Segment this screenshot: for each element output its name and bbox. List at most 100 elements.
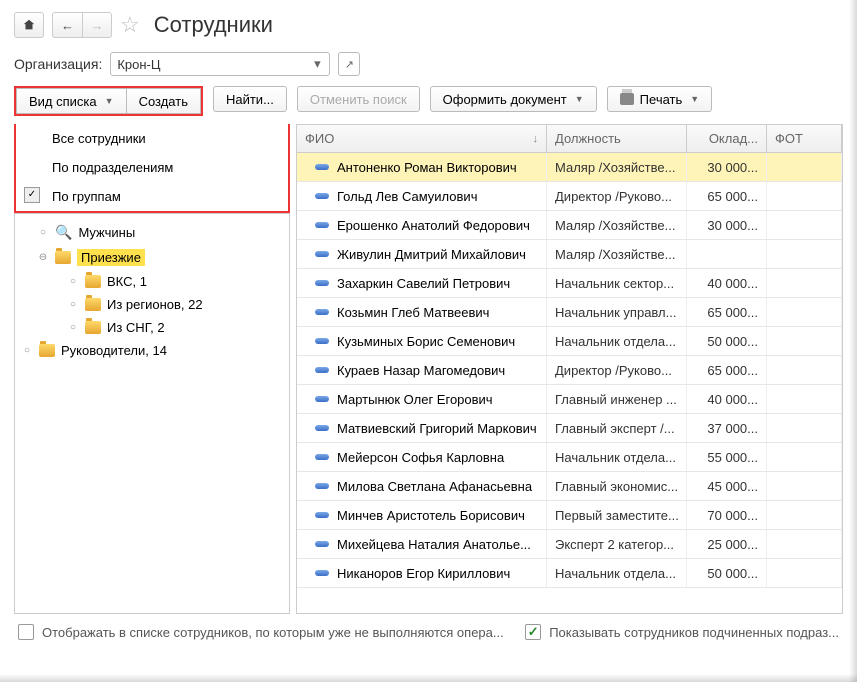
make-document-button[interactable]: Оформить документ ▼ [430, 86, 597, 112]
cell-position: Начальник отдела... [547, 327, 687, 355]
grid-body: Антоненко Роман ВикторовичМаляр /Хозяйст… [297, 153, 842, 613]
table-row[interactable]: Матвиевский Григорий МарковичГлавный экс… [297, 414, 842, 443]
create-button[interactable]: Создать [126, 88, 201, 114]
title-bar: ← → ☆ Сотрудники [14, 12, 843, 38]
table-row[interactable]: Мейерсон Софья КарловнаНачальник отдела.… [297, 443, 842, 472]
organization-open-button[interactable]: ↗ [338, 52, 360, 76]
table-row[interactable]: Козьмин Глеб МатвеевичНачальник управл..… [297, 298, 842, 327]
cell-fio: Козьмин Глеб Матвеевич [297, 298, 547, 326]
column-fio[interactable]: ФИО ↓ [297, 125, 547, 152]
table-row[interactable]: Минчев Аристотель БорисовичПервый замест… [297, 501, 842, 530]
cell-fot [767, 559, 842, 587]
favorite-icon[interactable]: ☆ [120, 12, 140, 38]
employee-icon [315, 570, 329, 576]
tree-item[interactable]: ⊖ Приезжие [19, 245, 285, 270]
table-row[interactable]: Захаркин Савелий ПетровичНачальник секто… [297, 269, 842, 298]
cell-position: Начальник отдела... [547, 443, 687, 471]
cell-salary: 65 000... [687, 356, 767, 384]
table-row[interactable]: Антоненко Роман ВикторовичМаляр /Хозяйст… [297, 153, 842, 182]
show-subordinate-label: Показывать сотрудников подчиненных подра… [549, 625, 839, 640]
cell-position: Первый заместите... [547, 501, 687, 529]
table-row[interactable]: Кузьминых Борис СеменовичНачальник отдел… [297, 327, 842, 356]
expand-icon[interactable]: ○ [67, 276, 79, 288]
tree-item-label: Руководители, 14 [61, 343, 167, 358]
cell-fio: Ерошенко Анатолий Федорович [297, 211, 547, 239]
tree-item[interactable]: ○ Руководители, 14 [19, 339, 285, 362]
cell-fio: Живулин Дмитрий Михайлович [297, 240, 547, 268]
cell-salary: 40 000... [687, 385, 767, 413]
cell-position: Директор /Руково... [547, 356, 687, 384]
table-row[interactable]: Мартынюк Олег ЕгоровичГлавный инженер ..… [297, 385, 842, 414]
column-position[interactable]: Должность [547, 125, 687, 152]
group-tree: ○🔍Мужчины⊖Приезжие○ВКС, 1○Из регионов, 2… [14, 213, 290, 614]
cell-fio: Минчев Аристотель Борисович [297, 501, 547, 529]
view-list-button[interactable]: Вид списка ▼ [16, 88, 126, 114]
back-button[interactable]: ← [52, 12, 82, 38]
expand-icon[interactable]: ○ [67, 299, 79, 311]
dropdown-item[interactable]: По подразделениям [16, 153, 288, 182]
employee-icon [315, 309, 329, 315]
cell-fio: Мейерсон Софья Карловна [297, 443, 547, 471]
search-icon: 🔍 [55, 224, 72, 241]
collapse-icon[interactable]: ⊖ [37, 252, 49, 264]
cell-position: Маляр /Хозяйстве... [547, 153, 687, 181]
home-button[interactable] [14, 12, 44, 38]
tree-item[interactable]: ○Из СНГ, 2 [19, 316, 285, 339]
cell-position: Эксперт 2 категор... [547, 530, 687, 558]
cell-fot [767, 443, 842, 471]
tree-item[interactable]: ○ ВКС, 1 [19, 270, 285, 293]
chevron-down-icon[interactable]: ▾ [309, 56, 325, 72]
column-salary[interactable]: Оклад... [687, 125, 767, 152]
cell-fio: Захаркин Савелий Петрович [297, 269, 547, 297]
cell-salary: 70 000... [687, 501, 767, 529]
show-inactive-checkbox[interactable] [18, 624, 34, 640]
table-row[interactable]: Ерошенко Анатолий ФедоровичМаляр /Хозяйс… [297, 211, 842, 240]
folder-icon [55, 251, 71, 264]
cell-fot [767, 240, 842, 268]
arrow-right-icon: → [91, 18, 104, 33]
employee-icon [315, 454, 329, 460]
tree-item[interactable]: ○🔍Мужчины [19, 220, 285, 245]
table-row[interactable]: Гольд Лев СамуиловичДиректор /Руково...6… [297, 182, 842, 211]
show-subordinate-checkbox[interactable] [525, 624, 541, 640]
printer-icon [620, 93, 634, 105]
show-inactive-label: Отображать в списке сотрудников, по кото… [42, 625, 517, 640]
dropdown-item[interactable]: По группам [16, 182, 288, 211]
chevron-down-icon: ▼ [105, 96, 114, 106]
page-title: Сотрудники [154, 12, 273, 38]
column-fot[interactable]: ФОТ [767, 125, 842, 152]
cell-fot [767, 530, 842, 558]
employee-icon [315, 193, 329, 199]
expand-icon[interactable]: ○ [21, 345, 33, 357]
forward-button[interactable]: → [82, 12, 112, 38]
cell-position: Маляр /Хозяйстве... [547, 240, 687, 268]
table-row[interactable]: Кураев Назар МагомедовичДиректор /Руково… [297, 356, 842, 385]
organization-select[interactable]: Крон-Ц ▾ [110, 52, 330, 76]
cell-salary: 37 000... [687, 414, 767, 442]
footer: Отображать в списке сотрудников, по кото… [14, 614, 843, 640]
table-row[interactable]: Милова Светлана АфанасьевнаГлавный эконо… [297, 472, 842, 501]
employee-grid: ФИО ↓ Должность Оклад... ФОТ Антоненко Р… [296, 124, 843, 614]
expand-icon[interactable]: ○ [67, 322, 79, 334]
tree-item-label: ВКС, 1 [107, 274, 147, 289]
cell-fot [767, 269, 842, 297]
table-row[interactable]: Живулин Дмитрий МихайловичМаляр /Хозяйст… [297, 240, 842, 269]
tree-item[interactable]: ○Из регионов, 22 [19, 293, 285, 316]
cell-fot [767, 298, 842, 326]
table-row[interactable]: Никаноров Егор КирилловичНачальник отдел… [297, 559, 842, 588]
cell-salary: 25 000... [687, 530, 767, 558]
arrow-left-icon: ← [61, 18, 74, 33]
tree-item-label: Приезжие [77, 249, 145, 266]
dropdown-item[interactable]: Все сотрудники [16, 124, 288, 153]
expand-icon[interactable]: ○ [37, 227, 49, 239]
find-button[interactable]: Найти... [213, 86, 287, 112]
cell-fot [767, 327, 842, 355]
cell-position: Начальник отдела... [547, 559, 687, 587]
folder-icon [85, 275, 101, 288]
employee-icon [315, 367, 329, 373]
table-row[interactable]: Михейцева Наталия Анатолье...Эксперт 2 к… [297, 530, 842, 559]
cancel-search-button[interactable]: Отменить поиск [297, 86, 420, 112]
employee-icon [315, 396, 329, 402]
print-button[interactable]: Печать ▼ [607, 86, 713, 112]
cell-salary: 55 000... [687, 443, 767, 471]
